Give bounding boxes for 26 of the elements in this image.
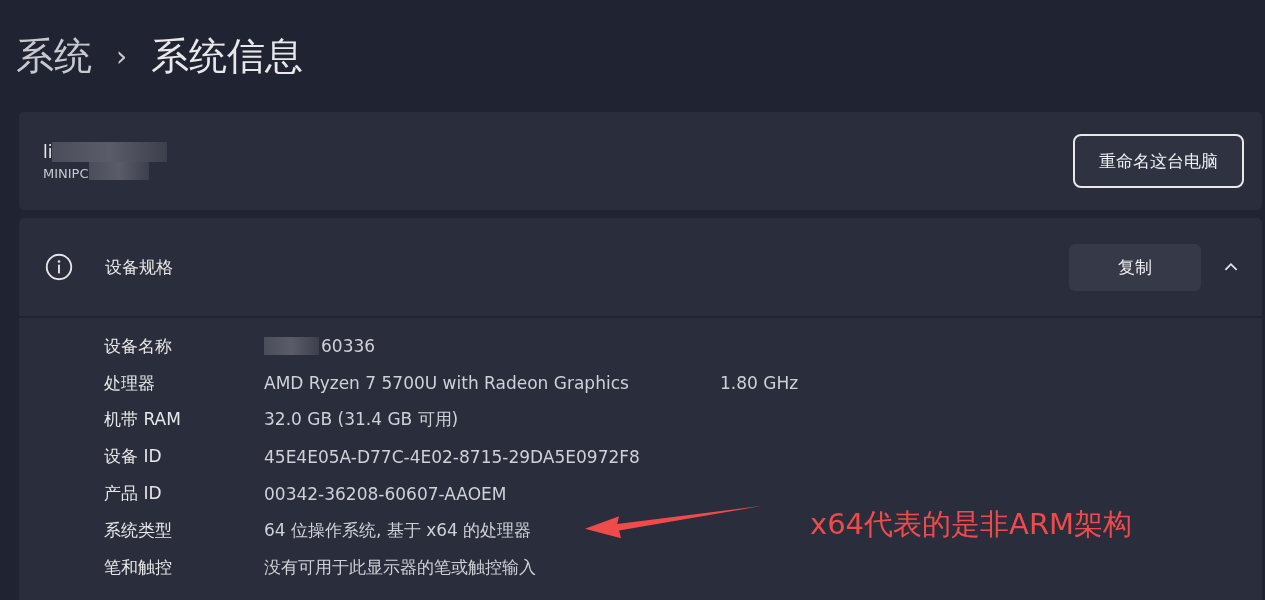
spec-label: 笔和触控: [104, 555, 173, 579]
info-icon: [45, 253, 73, 281]
spec-label: 产品 ID: [104, 482, 163, 506]
breadcrumb-separator: ›: [116, 39, 128, 73]
section-title: 设备规格: [105, 255, 174, 279]
annotation-text: x64代表的是非ARM架构: [810, 506, 1133, 543]
spec-value: 00342-36208-60607-AAOEM: [264, 483, 507, 504]
spec-label: 处理器: [104, 371, 156, 395]
spec-label: 机带 RAM: [104, 408, 182, 432]
device-model: MINIPC: [43, 165, 89, 181]
copy-button[interactable]: 复制: [1069, 243, 1201, 291]
device-name: li: [43, 141, 53, 162]
spec-label: 设备名称: [104, 334, 173, 358]
spec-label: 系统类型: [104, 518, 173, 542]
page-title: 系统信息: [151, 32, 304, 80]
spec-value: 1.80 GHz: [720, 373, 799, 394]
spec-value: AMD Ryzen 7 5700U with Radeon Graphics: [264, 373, 629, 394]
spec-value: 32.0 GB (31.4 GB 可用): [264, 408, 459, 432]
redaction-mark: [264, 337, 319, 356]
rename-button[interactable]: 重命名这台电脑: [1073, 134, 1244, 188]
spec-label: 设备 ID: [104, 445, 163, 469]
spec-value: 60336: [321, 336, 376, 357]
spec-value: 45E4E05A-D77C-4E02-8715-29DA5E0972F8: [264, 446, 640, 467]
spec-value: 64 位操作系统, 基于 x64 的处理器: [264, 518, 532, 542]
breadcrumb-link[interactable]: 系统: [16, 30, 92, 82]
spec-value: 没有可用于此显示器的笔或触控输入: [264, 555, 536, 579]
